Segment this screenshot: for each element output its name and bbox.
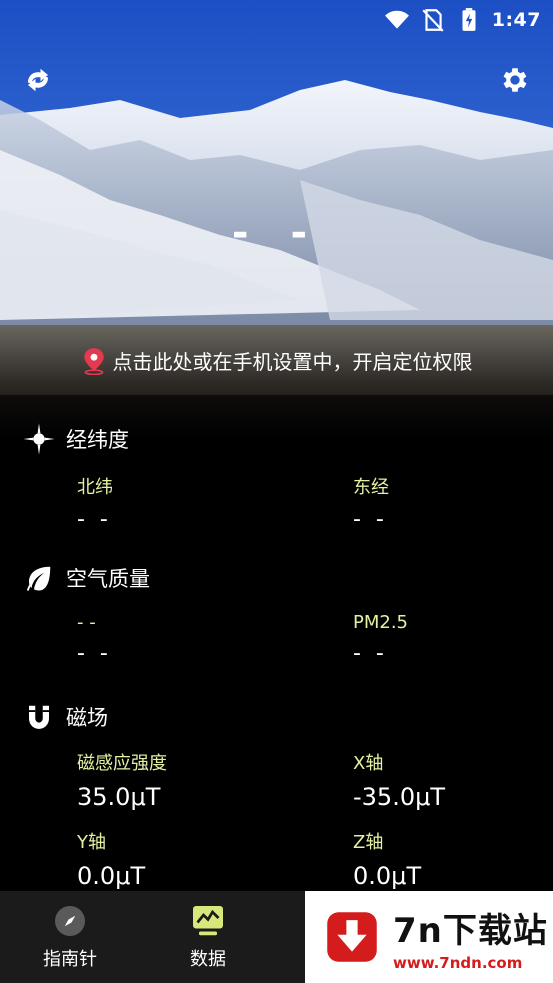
pm25-cell: PM2.5 - - (353, 612, 408, 666)
z-axis-cell: Z轴 0.0μT (353, 828, 421, 890)
air-quality-header: 空气质量 (0, 560, 553, 596)
chart-monitor-icon (193, 906, 223, 936)
y-axis-label: Y轴 (77, 832, 106, 853)
nav-label-compass: 指南针 (43, 949, 97, 970)
y-axis-cell: Y轴 0.0μT (77, 828, 145, 890)
hero-banner: 1:47 - - 点击此处或在手机设置中，开启定位权限 (0, 0, 553, 440)
x-axis-label: X轴 (353, 753, 384, 774)
longitude-value: - - (353, 507, 388, 532)
x-axis-cell: X轴 -35.0μT (353, 749, 445, 811)
no-sim-icon (422, 9, 444, 32)
z-axis-label: Z轴 (353, 832, 384, 853)
refresh-icon (28, 68, 48, 92)
x-axis-value: -35.0μT (353, 783, 446, 811)
pm25-label: PM2.5 (353, 612, 409, 633)
location-permission-prompt[interactable]: 点击此处或在手机设置中，开启定位权限 (0, 346, 553, 375)
coordinates-section: 经纬度 北纬 - - 东经 - - (0, 421, 553, 541)
air-index-value: - - (77, 641, 112, 666)
magnetic-section: 磁场 磁感应强度 35.0μT X轴 -35.0μT Y轴 0.0μT Z轴 0… (0, 699, 553, 890)
section-title: 磁场 (66, 706, 108, 730)
compass-icon (55, 906, 85, 936)
pm25-value: - - (353, 641, 388, 666)
bottom-navigation: 指南针 数据 7n下载站 www.7ndn.com (0, 891, 553, 983)
watermark-url: www.7ndn.com (393, 953, 523, 972)
magnetic-header: 磁场 (0, 699, 553, 735)
location-prompt-text: 点击此处或在手机设置中，开启定位权限 (112, 350, 473, 374)
watermark-banner: 7n下载站 www.7ndn.com (305, 891, 553, 983)
download-logo-icon (327, 912, 377, 962)
nav-item-compass[interactable]: 指南针 (0, 891, 140, 983)
magnetic-strength-cell: 磁感应强度 35.0μT (77, 749, 167, 811)
section-title: 经纬度 (66, 428, 129, 452)
z-axis-value: 0.0μT (353, 862, 422, 890)
wifi-icon (384, 10, 409, 29)
latitude-cell: 北纬 - - (77, 473, 113, 532)
coordinates-header: 经纬度 (0, 421, 553, 457)
latitude-value: - - (77, 507, 112, 532)
air-quality-section: 空气质量 - - - - PM2.5 - - (0, 560, 553, 680)
nav-item-data[interactable]: 数据 (138, 891, 278, 983)
air-index-label: - - (77, 612, 96, 633)
refresh-button[interactable] (18, 60, 58, 100)
magnetic-strength-value: 35.0μT (77, 783, 161, 811)
battery-charging-icon (462, 8, 476, 31)
section-title: 空气质量 (66, 567, 150, 591)
magnetic-strength-label: 磁感应强度 (77, 753, 167, 774)
y-axis-value: 0.0μT (77, 862, 146, 890)
settings-button[interactable] (495, 60, 535, 100)
latitude-label: 北纬 (77, 477, 113, 498)
status-time: 1:47 (491, 9, 541, 31)
gear-icon (503, 68, 527, 92)
altitude-value: - - (231, 210, 322, 256)
magnet-icon (29, 705, 49, 729)
watermark-brand: 7n下载站 (393, 910, 548, 951)
air-index-cell: - - - - (77, 612, 112, 666)
crosshair-icon (23, 423, 55, 455)
longitude-label: 东经 (353, 477, 389, 498)
location-pin-icon (83, 347, 104, 375)
longitude-cell: 东经 - - (353, 473, 389, 532)
leaf-icon (26, 566, 51, 591)
nav-label-data: 数据 (190, 949, 226, 970)
status-bar: 1:47 (0, 0, 553, 40)
